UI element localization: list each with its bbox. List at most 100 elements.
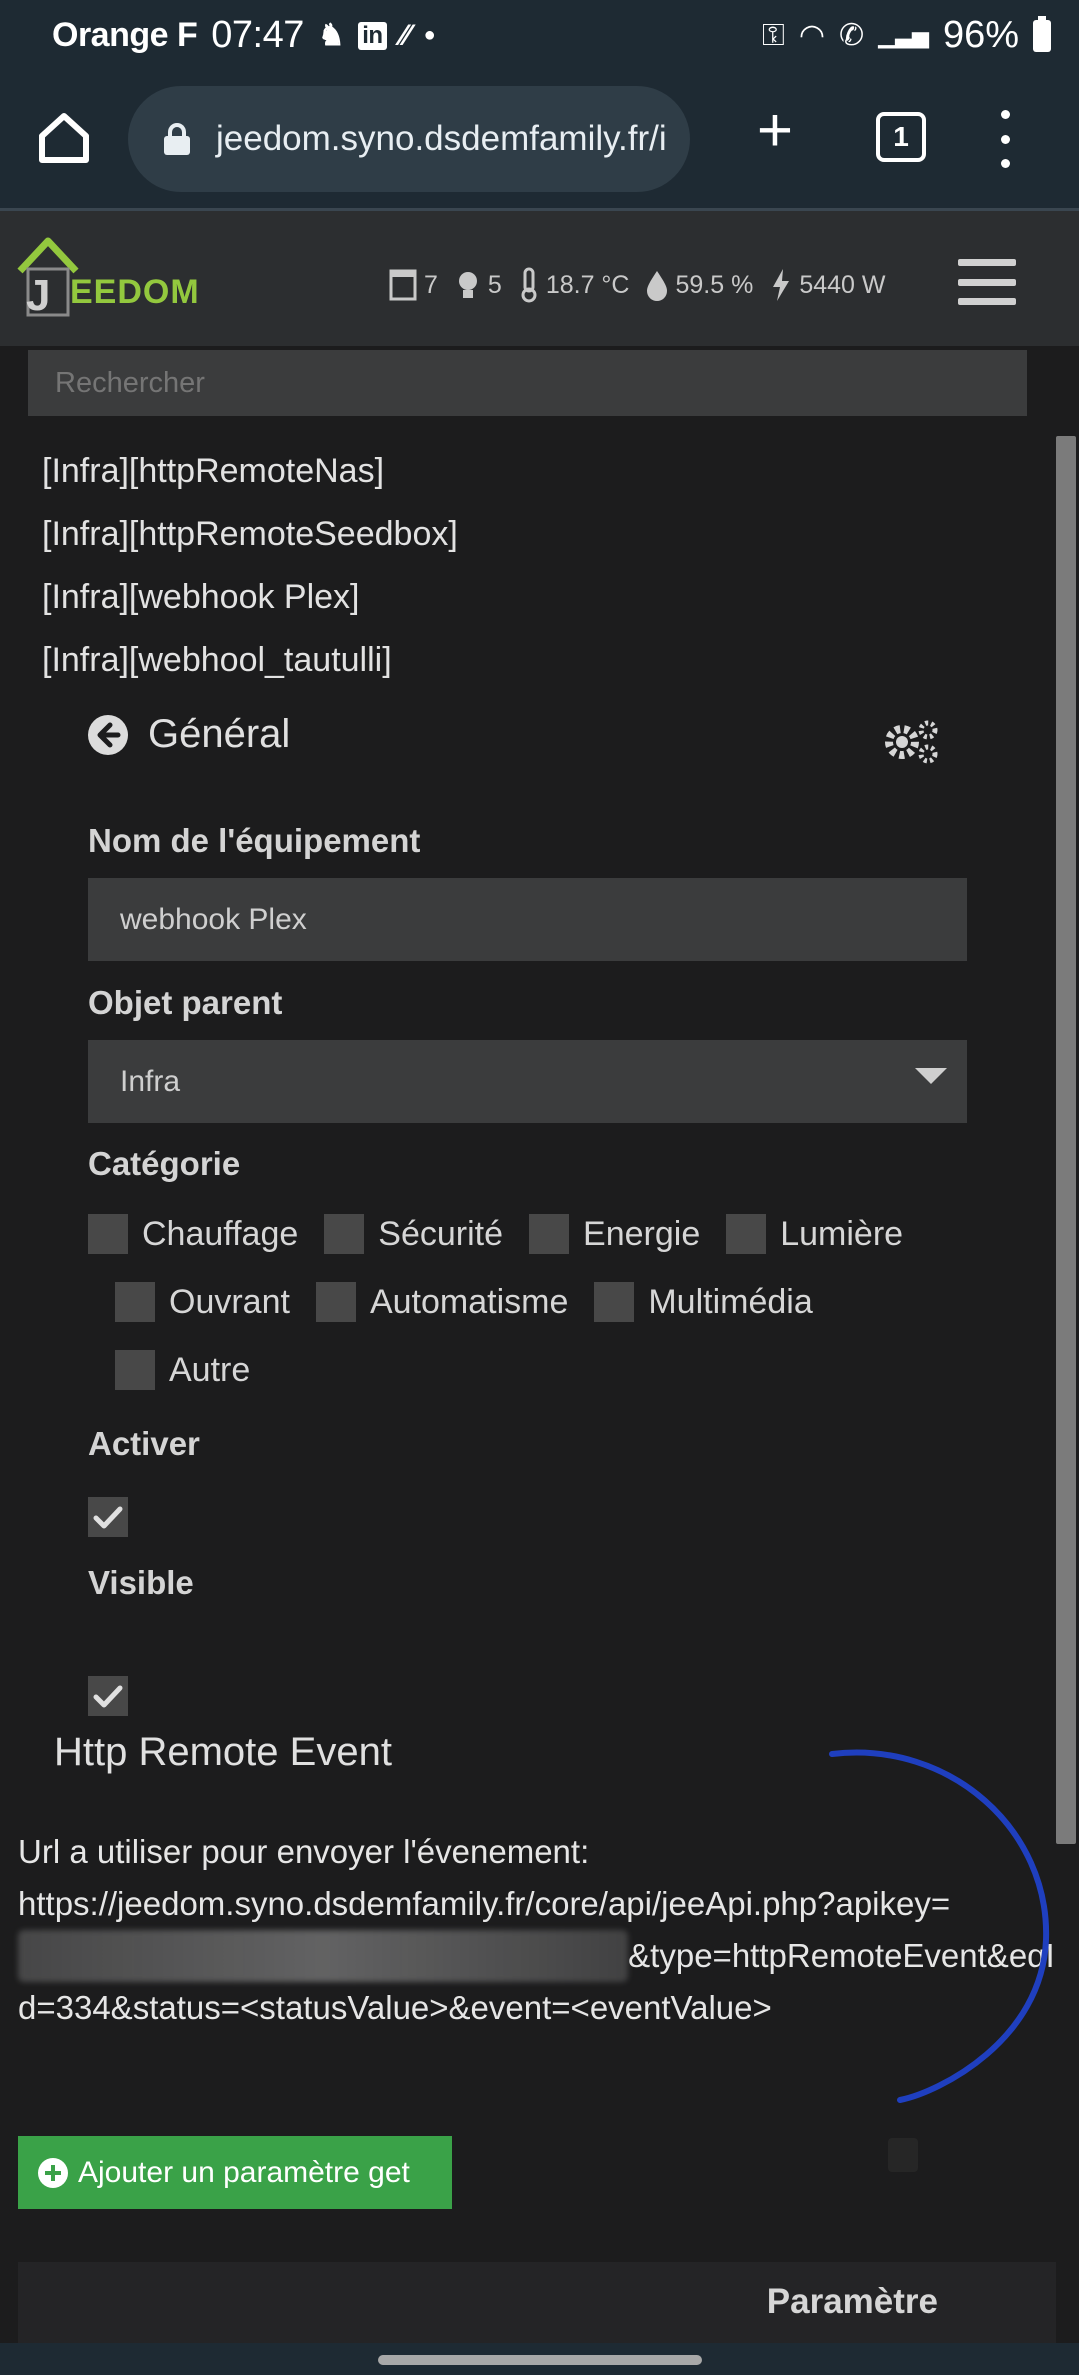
equipment-search-input[interactable] [28,350,1027,416]
visible-checkbox[interactable] [88,1676,128,1716]
checkbox[interactable] [594,1282,635,1322]
lightning-bolt-icon [773,269,790,301]
category-label-text: Sécurité [378,1214,504,1253]
checkbox[interactable] [324,1214,365,1254]
menu-dot-icon [1000,110,1010,119]
category-autre[interactable]: Autre [115,1350,250,1390]
redacted-apikey: j0aXbR1kbsPVi8HkaRqDmZ4b0urnTXM4 [18,1930,629,1982]
summary-openings[interactable]: 7 [388,268,438,302]
column-header-parameter: Paramètre [766,2282,938,2321]
checkbox[interactable] [115,1350,155,1390]
category-automatisme[interactable]: Automatisme [315,1282,569,1322]
tab-switcher-button[interactable]: 1 [876,112,926,162]
menu-dot-icon [1000,159,1010,168]
checkmark-icon [93,1506,123,1529]
lightbulb-icon [458,272,477,298]
gears-icon[interactable] [882,718,942,766]
summary-lights[interactable]: 5 [454,268,502,302]
back-arrow-icon[interactable] [88,714,128,755]
checkmark-icon [93,1685,123,1708]
category-row-3: Autre [115,1350,276,1390]
checkbox[interactable] [315,1282,356,1322]
url-intro: Url a utiliser pour envoyer l'évenement: [18,1833,590,1870]
list-item[interactable]: [Infra][httpRemoteSeedbox] [42,503,458,566]
hidden-control [888,2138,918,2172]
url-part-1: https://jeedom.syno.dsdemfamily.fr/core/… [18,1885,951,1922]
global-summary: 7 5 18.7 °C 59.5 % 5440 W [388,267,885,303]
category-label-text: Autre [169,1350,251,1389]
category-label: Catégorie [88,1145,241,1182]
http-remote-event-title: Http Remote Event [54,1730,392,1774]
parent-object-value: Infra [120,1064,181,1098]
add-get-parameter-button[interactable]: Ajouter un paramètre get [18,2136,452,2209]
menu-dot-icon [1000,134,1010,144]
checkbox[interactable] [88,1214,128,1254]
hamburger-menu-button[interactable] [958,259,1016,305]
summary-humidity[interactable]: 59.5 % [645,267,753,303]
category-label-text: Lumière [780,1214,904,1253]
enable-label: Activer [88,1425,200,1462]
new-tab-button[interactable]: + [745,100,805,164]
category-row-1: Chauffage Sécurité Energie Lumière [88,1214,929,1254]
equipment-name-input[interactable]: webhook Plex [88,878,967,961]
thermometer-icon [521,267,537,303]
home-gesture-handle[interactable] [378,2355,702,2365]
carrier-label: Orange F [52,16,198,54]
water-drop-icon [647,271,668,301]
home-button[interactable] [32,106,96,170]
lights-count: 5 [487,270,502,299]
plus-icon: + [756,96,794,165]
add-button-label: Ajouter un paramètre get [78,2155,410,2189]
category-securite[interactable]: Sécurité [324,1214,503,1254]
category-label-text: Ouvrant [169,1282,290,1321]
vpn-key-icon: ⚿ [762,18,785,52]
system-navigation-bar [0,2343,1079,2375]
logo-letters: EEDOM [70,273,200,311]
jeedom-header: J EEDOM 7 5 18.7 °C 59.5 % 5440 W [0,211,1079,346]
status-bar: Orange F 07:47 ♞ in ⁄⁄ ● ⚿ ◠ ✆ ▁▃▅ 96% [0,0,1079,76]
parameters-table-header: Paramètre [18,2262,1056,2343]
visible-label: Visible [88,1564,194,1601]
address-bar[interactable]: jeedom.syno.dsdemfamily.fr/i [128,86,690,192]
wifi-icon: ◠ [798,19,826,52]
temperature-value: 18.7 °C [545,270,630,299]
cell-signal-icon: ▁▃▅ [878,22,929,48]
category-chauffage[interactable]: Chauffage [88,1214,298,1254]
summary-temperature[interactable]: 18.7 °C [518,267,630,303]
list-item[interactable]: [Infra][webhool_tautulli] [42,629,458,692]
category-lumiere[interactable]: Lumière [726,1214,903,1254]
hamburger-bar-icon [958,298,1016,305]
enable-checkbox[interactable] [88,1497,128,1537]
category-row-2: Ouvrant Automatisme Multimédia [115,1282,839,1322]
url-text: jeedom.syno.dsdemfamily.fr/i [216,119,667,158]
parent-object-select[interactable]: Infra [88,1040,967,1123]
category-multimedia[interactable]: Multimédia [594,1282,813,1322]
list-item[interactable]: [Infra][webhook Plex] [42,566,458,629]
category-ouvrant[interactable]: Ouvrant [115,1282,290,1322]
window-icon [389,269,417,301]
checkbox[interactable] [115,1282,155,1322]
category-label-text: Automatisme [369,1282,569,1321]
category-energie[interactable]: Energie [529,1214,700,1254]
plus-circle-icon [38,2157,68,2188]
list-item[interactable]: [Infra][httpRemoteNas] [42,440,458,503]
browser-menu-button[interactable] [990,106,1020,172]
hamburger-bar-icon [958,259,1016,266]
notification-app-icon: ♞ [317,19,345,52]
category-label-text: Energie [583,1214,701,1253]
home-icon [39,113,89,163]
power-value: 5440 W [799,270,886,299]
page-scrollbar[interactable] [1056,436,1076,1844]
status-right: ⚿ ◠ ✆ ▁▃▅ 96% [762,14,1051,57]
checkbox[interactable] [726,1214,767,1254]
tab-title: Général [148,712,291,756]
battery-percent: 96% [942,14,1019,56]
parent-label: Objet parent [88,984,283,1021]
summary-power[interactable]: 5440 W [769,267,885,303]
humidity-value: 59.5 % [675,270,754,299]
checkbox[interactable] [529,1214,570,1254]
lock-icon [164,123,190,155]
clock: 07:47 [211,14,304,56]
tab-general[interactable]: Général [88,712,290,757]
signal-activity-icon: ⁄⁄ [400,18,411,52]
